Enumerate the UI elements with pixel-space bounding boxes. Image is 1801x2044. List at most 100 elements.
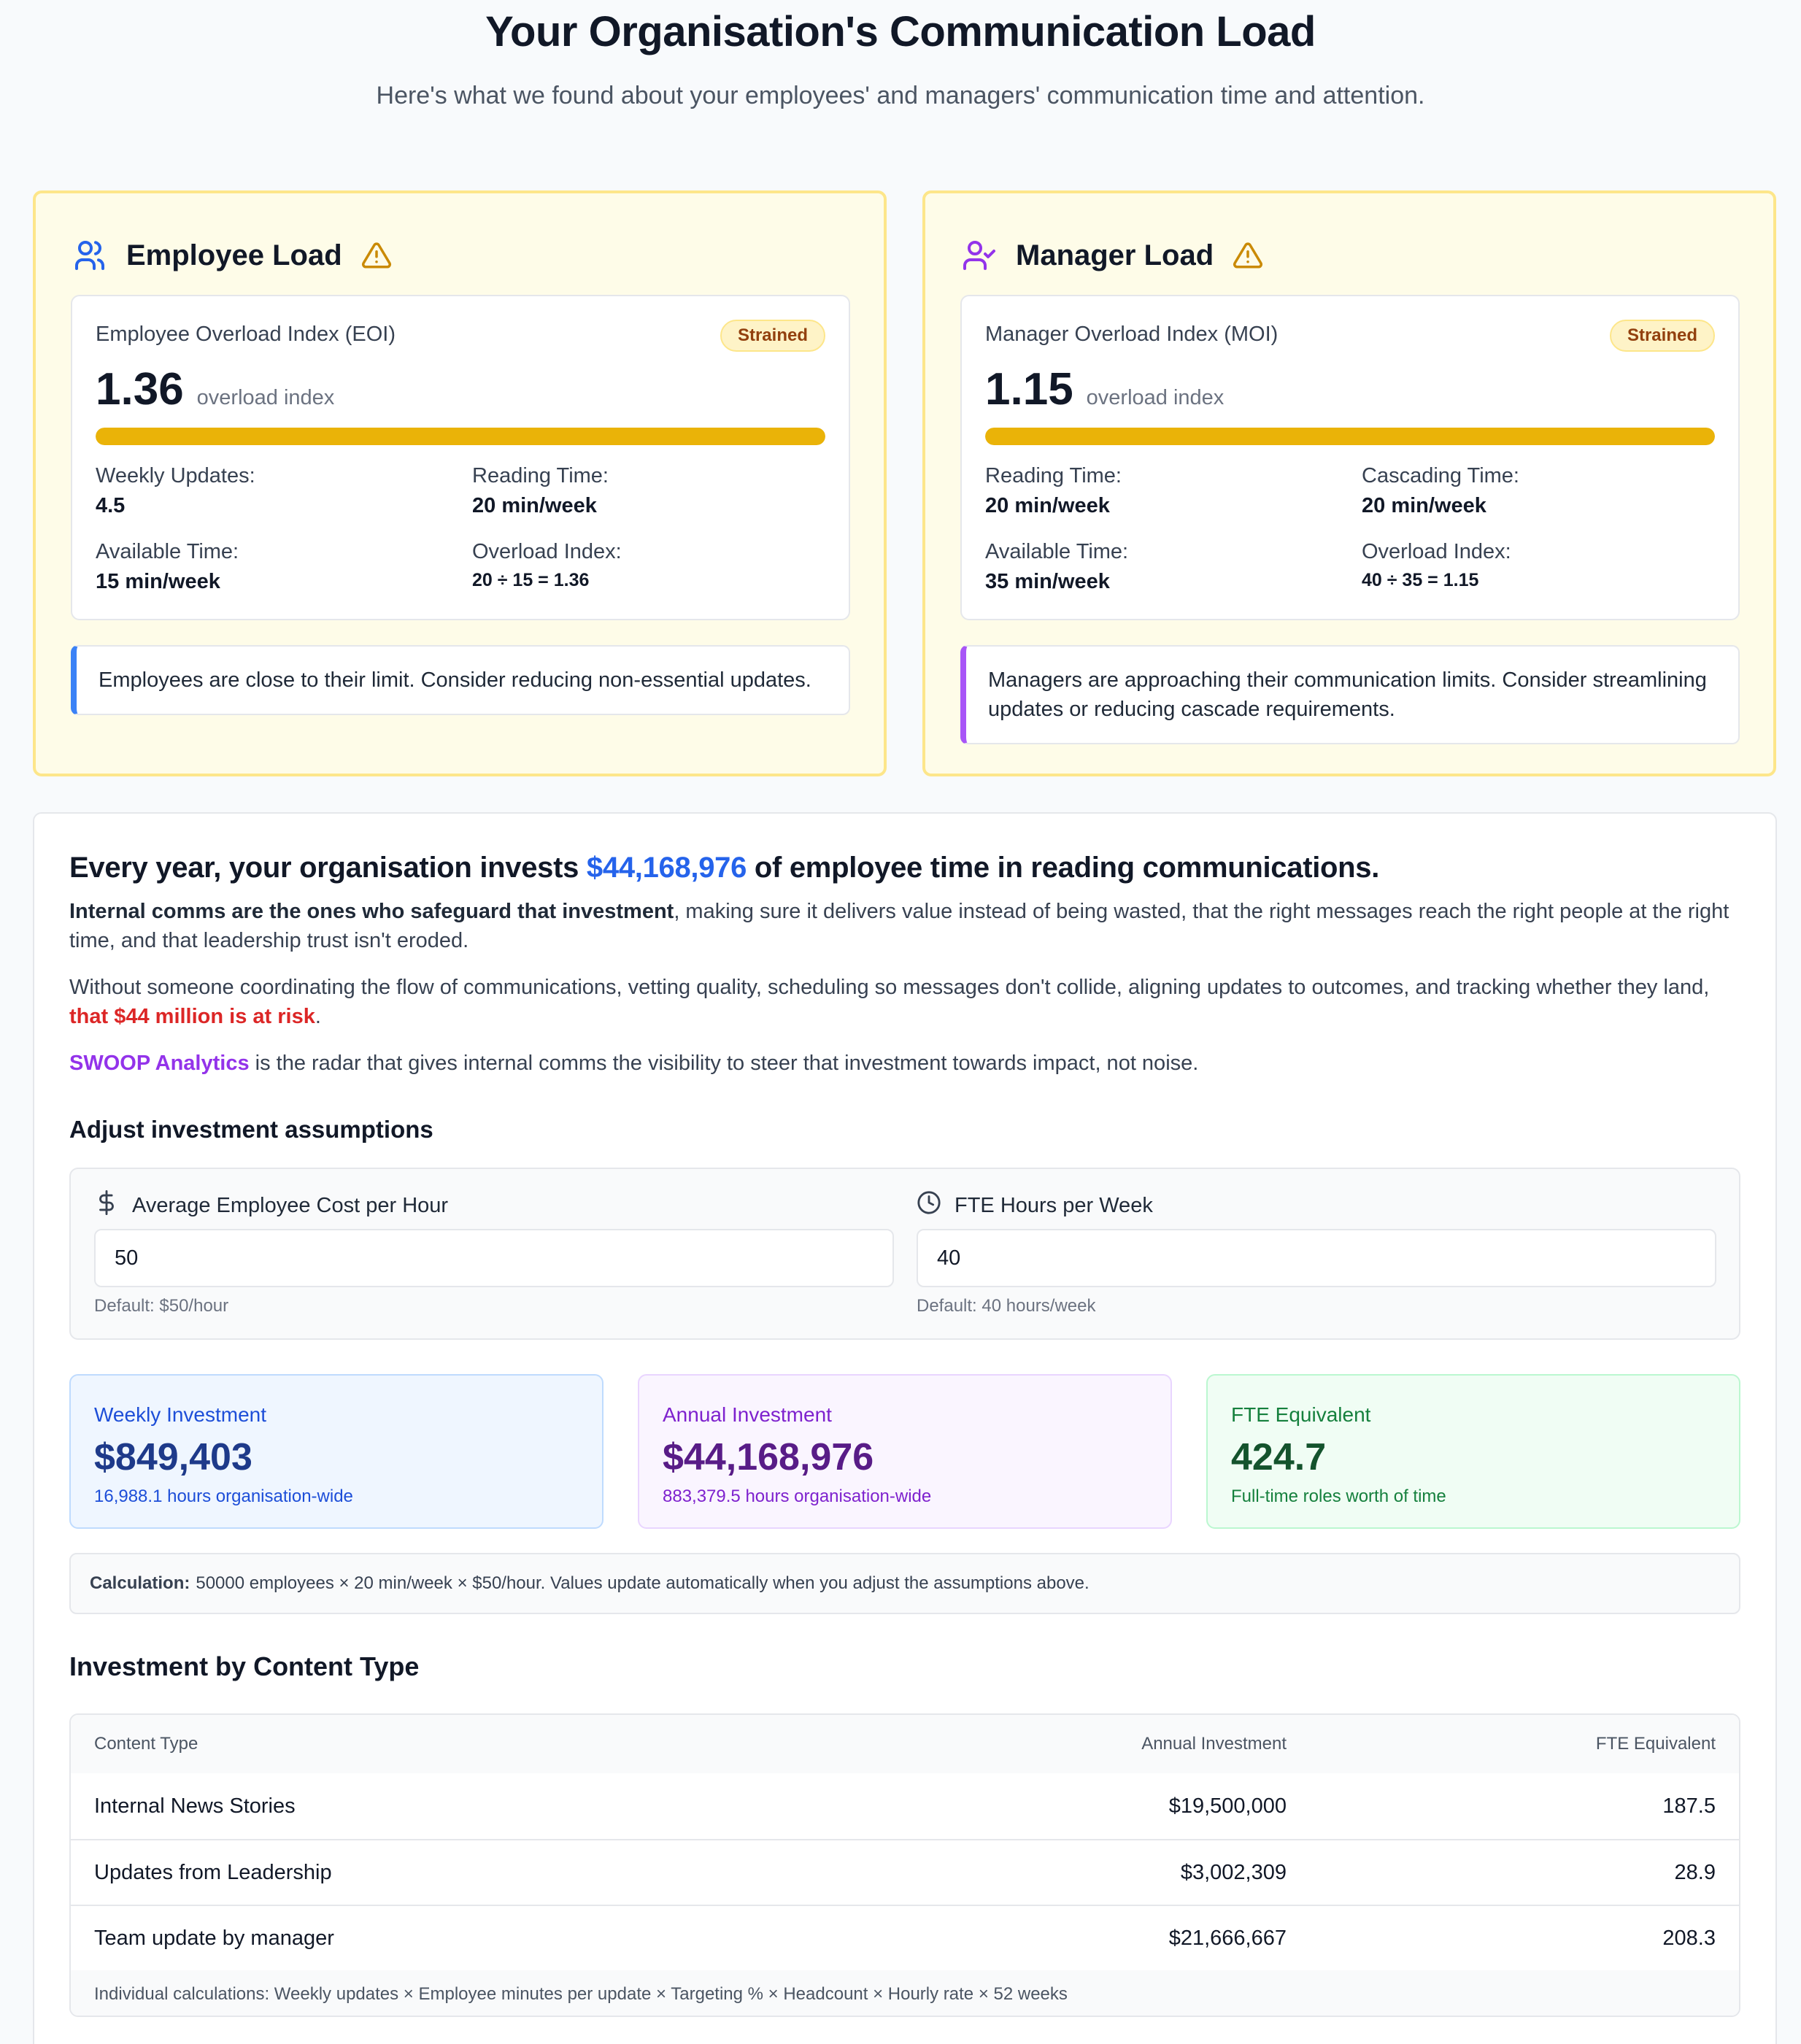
stat-value: 40 ÷ 35 = 1.15 <box>1362 570 1479 590</box>
fte-equivalent-card: FTE Equivalent 424.7 Full-time roles wor… <box>1206 1374 1740 1529</box>
kpi-subtext: Full-time roles worth of time <box>1231 1486 1446 1506</box>
content-type-title: Investment by Content Type <box>69 1651 420 1681</box>
paragraph-risk: Without someone coordinating the flow of… <box>69 973 1748 1031</box>
eoi-progress-bar <box>96 428 825 445</box>
assumptions-panel: Average Employee Cost per Hour Default: … <box>69 1168 1740 1340</box>
manager-load-note: Managers are approaching their communica… <box>960 645 1740 744</box>
stat-label: Available Time: <box>985 540 1129 563</box>
kpi-label: Annual Investment <box>663 1403 832 1426</box>
field-label-text: FTE Hours per Week <box>955 1193 1153 1217</box>
kpi-subtext: 16,988.1 hours organisation-wide <box>94 1486 353 1506</box>
headline-text: of employee time in reading communicatio… <box>747 852 1380 884</box>
moi-value: 1.15 <box>985 364 1073 414</box>
manager-load-title: Manager Load <box>1016 239 1214 271</box>
employee-load-header: Employee Load <box>72 234 392 277</box>
fte-hours-label: FTE Hours per Week <box>917 1191 1716 1220</box>
brand-name: SWOOP Analytics <box>69 1052 250 1075</box>
moi-unit: overload index <box>1086 386 1225 409</box>
stat-label: Overload Index: <box>1362 540 1511 563</box>
cell-annual-investment: $3,002,309 <box>1180 1860 1287 1884</box>
table-row: Updates from Leadership $3,002,309 28.9 <box>71 1839 1739 1905</box>
paragraph-safeguard: Internal comms are the ones who safeguar… <box>69 897 1748 955</box>
stat-label: Available Time: <box>96 540 239 563</box>
stat-value: 20 min/week <box>1362 494 1486 517</box>
cost-per-hour-input[interactable] <box>94 1229 894 1287</box>
fte-hours-hint: Default: 40 hours/week <box>917 1296 1096 1316</box>
cell-content-type: Team update by manager <box>94 1926 334 1950</box>
bold-text: Internal comms are the ones who safeguar… <box>69 900 674 923</box>
paragraph-swoop: SWOOP Analytics is the radar that gives … <box>69 1049 1748 1078</box>
cell-fte: 187.5 <box>1662 1794 1716 1818</box>
moi-progress-fill <box>985 428 1715 445</box>
kpi-value: $44,168,976 <box>663 1436 874 1478</box>
cell-fte: 208.3 <box>1662 1926 1716 1950</box>
stat-label: Reading Time: <box>985 464 1122 487</box>
risk-text: that $44 million is at risk <box>69 1005 315 1028</box>
cell-content-type: Internal News Stories <box>94 1794 296 1818</box>
manager-load-header: Manager Load <box>962 234 1263 277</box>
user-check-icon <box>962 238 997 273</box>
adjust-assumptions-title: Adjust investment assumptions <box>69 1116 433 1143</box>
kpi-value: $849,403 <box>94 1436 252 1478</box>
page-subtitle: Here's what we found about your employee… <box>376 82 1425 109</box>
fte-hours-input[interactable] <box>917 1229 1716 1287</box>
cost-per-hour-label: Average Employee Cost per Hour <box>94 1190 894 1220</box>
manager-load-card: Manager Load Manager Overload Index (MOI… <box>922 190 1776 776</box>
clock-icon <box>917 1190 941 1221</box>
table-row: Internal News Stories $19,500,000 187.5 <box>71 1773 1739 1839</box>
eoi-unit: overload index <box>196 386 335 409</box>
stat-label: Reading Time: <box>472 464 609 487</box>
headline-text: Every year, your organisation invests <box>69 852 587 884</box>
eoi-value-group: 1.36 overload index <box>96 363 334 415</box>
employee-load-card: Employee Load Employee Overload Index (E… <box>33 190 887 776</box>
moi-label: Manager Overload Index (MOI) <box>985 323 1279 346</box>
stat-value: 20 min/week <box>472 494 597 517</box>
stat-label: Overload Index: <box>472 540 622 563</box>
stat-available-time: Available Time: 15 min/week <box>96 540 239 594</box>
headline-amount: $44,168,976 <box>586 852 747 884</box>
warning-triangle-icon <box>1233 240 1263 271</box>
employee-load-title: Employee Load <box>126 239 342 271</box>
users-icon <box>72 238 107 273</box>
stat-available-time: Available Time: 35 min/week <box>985 540 1128 594</box>
kpi-label: Weekly Investment <box>94 1403 267 1426</box>
calculation-label: Calculation: <box>90 1573 190 1593</box>
table-row: Team update by manager $21,666,667 208.3 <box>71 1905 1739 1970</box>
content-type-table: Content Type Annual Investment FTE Equiv… <box>69 1713 1740 2017</box>
calculation-text: 50000 employees × 20 min/week × $50/hour… <box>196 1573 1090 1593</box>
stat-value: 15 min/week <box>96 570 220 593</box>
moi-metric-box: Manager Overload Index (MOI) Strained 1.… <box>960 295 1740 620</box>
stat-overload-index: Overload Index: 20 ÷ 15 = 1.36 <box>472 540 622 591</box>
kpi-subtext: 883,379.5 hours organisation-wide <box>663 1486 932 1506</box>
status-badge: Strained <box>720 320 825 352</box>
stat-value: 35 min/week <box>985 570 1110 593</box>
table-footnote: Individual calculations: Weekly updates … <box>71 1970 1739 2016</box>
investment-headline: Every year, your organisation invests $4… <box>69 852 1379 884</box>
eoi-metric-box: Employee Overload Index (EOI) Strained 1… <box>71 295 850 620</box>
weekly-investment-card: Weekly Investment $849,403 16,988.1 hour… <box>69 1374 603 1529</box>
eoi-progress-fill <box>96 428 825 445</box>
cost-per-hour-hint: Default: $50/hour <box>94 1296 229 1316</box>
stat-reading-time: Reading Time: 20 min/week <box>985 464 1122 518</box>
field-label-text: Average Employee Cost per Hour <box>132 1193 449 1217</box>
stat-overload-index: Overload Index: 40 ÷ 35 = 1.15 <box>1362 540 1511 591</box>
calculation-note: Calculation: 50000 employees × 20 min/we… <box>69 1553 1740 1614</box>
column-header: Annual Investment <box>1141 1734 1287 1754</box>
moi-progress-bar <box>985 428 1715 445</box>
investment-section: Every year, your organisation invests $4… <box>33 812 1777 2044</box>
stat-label: Cascading Time: <box>1362 464 1519 487</box>
cell-fte: 28.9 <box>1674 1860 1716 1884</box>
kpi-value: 424.7 <box>1231 1436 1327 1478</box>
stat-value: 20 min/week <box>985 494 1110 517</box>
table-header: Content Type Annual Investment FTE Equiv… <box>71 1715 1739 1773</box>
column-header: FTE Equivalent <box>1595 1734 1716 1754</box>
employee-load-note: Employees are close to their limit. Cons… <box>71 645 850 715</box>
stat-label: Weekly Updates: <box>96 464 255 487</box>
stat-value: 20 ÷ 15 = 1.36 <box>472 570 590 590</box>
stat-value: 4.5 <box>96 494 126 517</box>
stat-cascading-time: Cascading Time: 20 min/week <box>1362 464 1519 518</box>
kpi-label: FTE Equivalent <box>1231 1403 1371 1426</box>
eoi-label: Employee Overload Index (EOI) <box>96 323 396 346</box>
moi-value-group: 1.15 overload index <box>985 363 1224 415</box>
warning-triangle-icon <box>361 240 392 271</box>
